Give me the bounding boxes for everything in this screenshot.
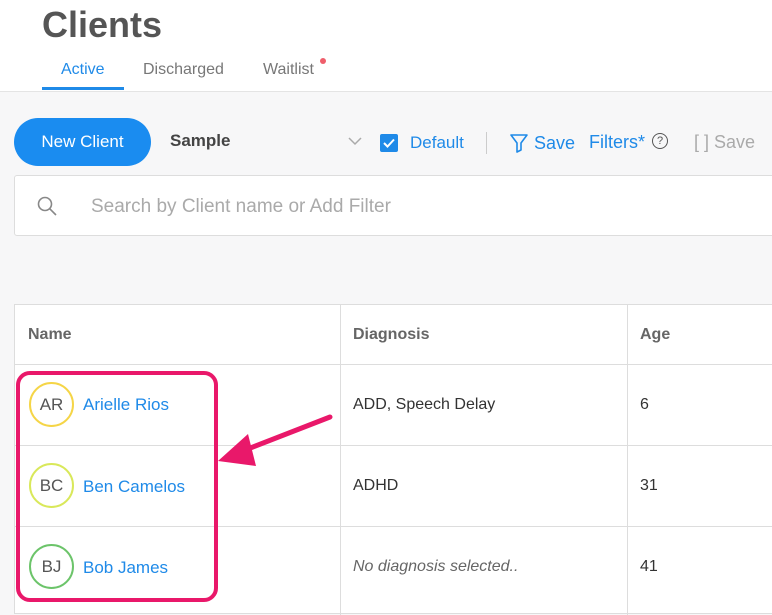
annotation-arrow-icon bbox=[218, 414, 333, 466]
